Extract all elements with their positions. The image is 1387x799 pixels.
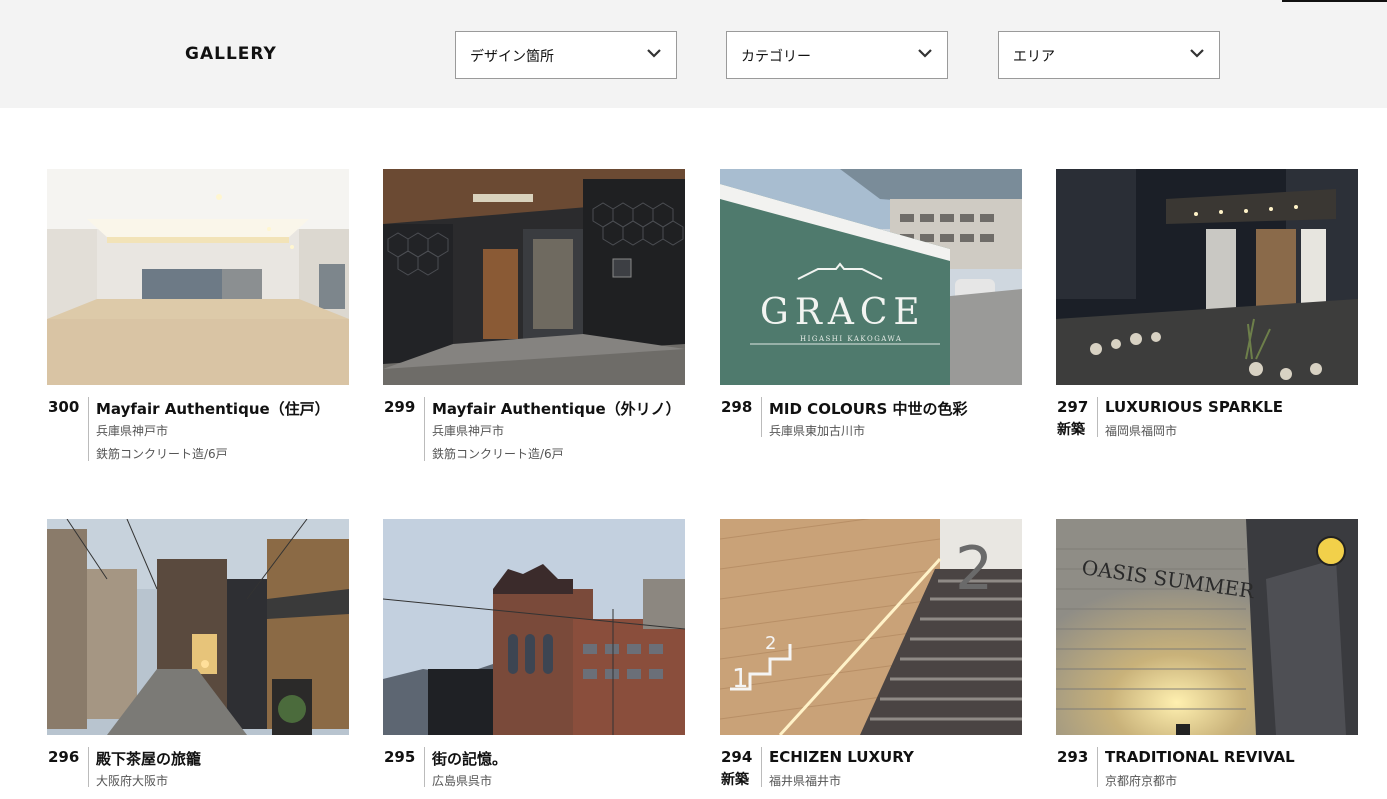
card-number: 295 <box>384 748 416 766</box>
area-dropdown[interactable]: エリア <box>998 31 1220 79</box>
card-divider <box>761 747 762 787</box>
card-divider <box>761 397 762 437</box>
category-dropdown[interactable]: カテゴリー <box>726 31 948 79</box>
card-photo[interactable] <box>383 519 685 735</box>
card-title[interactable]: Mayfair Authentique（住戸） <box>96 398 330 419</box>
chevron-down-icon <box>647 49 661 58</box>
card-divider <box>1097 397 1098 437</box>
grace-sign-text: GRACE <box>760 292 926 333</box>
card-title[interactable]: Mayfair Authentique（外リノ） <box>432 398 681 419</box>
card-number: 294 <box>721 748 753 766</box>
card-title[interactable]: ECHIZEN LUXURY <box>769 748 914 766</box>
card-photo[interactable] <box>383 169 685 385</box>
card-location: 大阪府大阪市 <box>96 774 169 788</box>
card-number: 300 <box>48 398 80 416</box>
new-build-badge: 新築 <box>1057 422 1085 438</box>
card-location: 兵庫県神戸市 <box>96 424 169 438</box>
category-dropdown-label: カテゴリー <box>741 49 811 65</box>
card-location: 福岡県福岡市 <box>1105 424 1178 438</box>
card-title[interactable]: TRADITIONAL REVIVAL <box>1105 748 1295 766</box>
chevron-down-icon <box>1190 49 1204 58</box>
card-photo[interactable]: OASIS SUMMER <box>1056 519 1358 735</box>
card-number: 293 <box>1057 748 1089 766</box>
gallery-title: GALLERY <box>185 44 277 64</box>
card-location: 福井県福井市 <box>769 774 842 788</box>
header-accent-line <box>1282 0 1387 2</box>
card-spec: 鉄筋コンクリート造/6戸 <box>96 447 228 461</box>
grace-sign-subtext: HIGASHI KAKOGAWA <box>800 335 902 343</box>
card-location: 兵庫県神戸市 <box>432 424 505 438</box>
svg-text:1: 1 <box>732 664 749 694</box>
card-divider <box>88 397 89 461</box>
card-divider <box>1097 747 1098 787</box>
card-location: 兵庫県東加古川市 <box>769 424 866 438</box>
card-number: 296 <box>48 748 80 766</box>
card-photo[interactable] <box>1056 169 1358 385</box>
card-title[interactable]: LUXURIOUS SPARKLE <box>1105 398 1283 416</box>
svg-text:2: 2 <box>765 633 776 654</box>
design-area-dropdown[interactable]: デザイン箇所 <box>455 31 677 79</box>
card-number: 299 <box>384 398 416 416</box>
card-divider <box>88 747 89 787</box>
card-title[interactable]: 街の記憶。 <box>432 748 507 769</box>
card-photo[interactable] <box>47 519 349 735</box>
card-divider <box>424 747 425 787</box>
card-photo[interactable]: GRACE HIGASHI KAKOGAWA <box>720 169 1022 385</box>
card-photo[interactable]: 2 1 2 <box>720 519 1022 735</box>
card-photo[interactable] <box>47 169 349 385</box>
chevron-down-icon <box>918 49 932 58</box>
card-number: 298 <box>721 398 753 416</box>
card-divider <box>424 397 425 461</box>
filter-header: GALLERY デザイン箇所 カテゴリー エリア <box>0 0 1387 108</box>
card-title[interactable]: MID COLOURS 中世の色彩 <box>769 398 967 419</box>
card-number: 297 <box>1057 398 1089 416</box>
card-spec: 鉄筋コンクリート造/6戸 <box>432 447 564 461</box>
design-area-dropdown-label: デザイン箇所 <box>470 49 554 65</box>
area-dropdown-label: エリア <box>1013 49 1055 65</box>
card-title[interactable]: 殿下茶屋の旅籠 <box>96 748 201 769</box>
svg-text:2: 2 <box>955 534 993 604</box>
card-location: 京都府京都市 <box>1105 774 1178 788</box>
new-build-badge: 新築 <box>721 772 749 788</box>
card-location: 広島県呉市 <box>432 774 493 788</box>
